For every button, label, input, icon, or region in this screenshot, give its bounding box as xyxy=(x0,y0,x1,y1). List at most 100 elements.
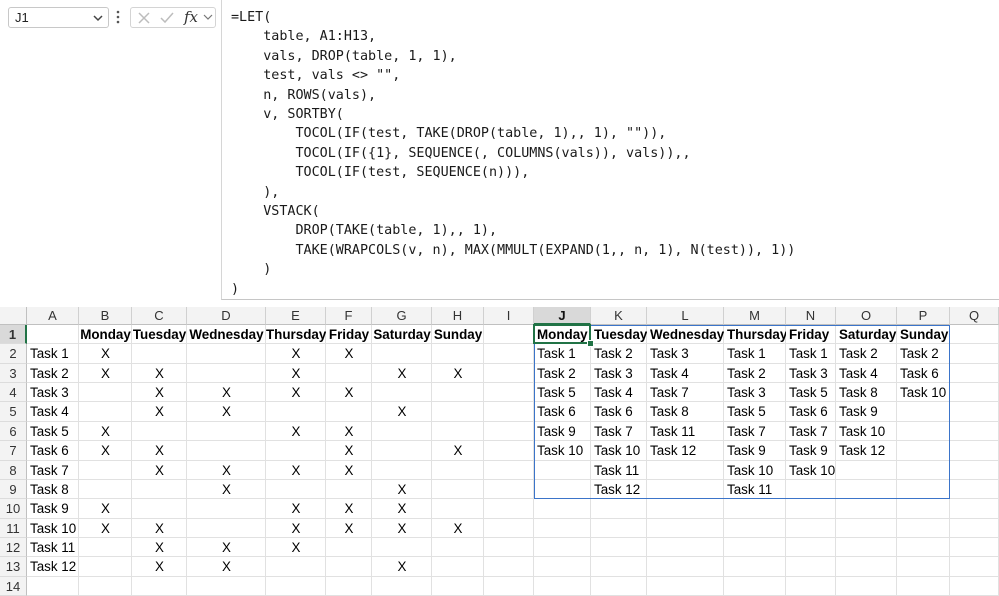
result-cell[interactable]: Task 10 xyxy=(836,422,897,441)
task-cell[interactable]: Task 5 xyxy=(27,422,79,441)
mark-cell[interactable]: X xyxy=(432,441,484,460)
row-header-4[interactable]: 4 xyxy=(0,383,27,403)
result-cell[interactable]: Task 5 xyxy=(786,383,836,402)
row-header-14[interactable]: 14 xyxy=(0,576,27,596)
mark-cell[interactable]: X xyxy=(432,519,484,538)
row-header-5[interactable]: 5 xyxy=(0,402,27,422)
result-cell[interactable]: Task 2 xyxy=(591,344,647,363)
mark-cell[interactable]: X xyxy=(187,402,266,421)
result-cell[interactable]: Task 2 xyxy=(836,344,897,363)
mark-cell[interactable]: X xyxy=(132,402,187,421)
task-cell[interactable]: Task 10 xyxy=(27,519,79,538)
mark-cell[interactable]: X xyxy=(372,519,432,538)
result-cell[interactable]: Task 12 xyxy=(836,441,897,460)
result-cell[interactable]: Task 2 xyxy=(897,344,950,363)
mark-cell[interactable]: X xyxy=(79,519,132,538)
mark-cell[interactable]: X xyxy=(79,344,132,363)
result-cell[interactable]: Task 7 xyxy=(786,422,836,441)
header-cell[interactable]: Wednesday xyxy=(187,325,266,344)
result-cell[interactable]: Task 8 xyxy=(836,383,897,402)
result-cell[interactable]: Task 11 xyxy=(647,422,724,441)
mark-cell[interactable]: X xyxy=(326,499,372,518)
mark-cell[interactable]: X xyxy=(79,499,132,518)
insert-function-button[interactable]: fx xyxy=(184,8,198,26)
row-header-3[interactable]: 3 xyxy=(0,363,27,384)
header-cell[interactable]: Sunday xyxy=(432,325,484,344)
column-header-l[interactable]: L xyxy=(647,307,724,325)
mark-cell[interactable]: X xyxy=(132,557,187,576)
result-header-cell[interactable]: Thursday xyxy=(724,325,786,344)
result-cell[interactable]: Task 1 xyxy=(786,344,836,363)
mark-cell[interactable]: X xyxy=(326,519,372,538)
row-header-1[interactable]: 1 xyxy=(0,325,27,345)
result-header-cell[interactable]: Sunday xyxy=(897,325,950,344)
result-cell[interactable]: Task 7 xyxy=(724,422,786,441)
result-cell[interactable]: Task 3 xyxy=(647,344,724,363)
row-header-9[interactable]: 9 xyxy=(0,479,27,500)
mark-cell[interactable]: X xyxy=(79,422,132,441)
task-cell[interactable]: Task 2 xyxy=(27,364,79,383)
result-header-cell[interactable]: Friday xyxy=(786,325,836,344)
mark-cell[interactable]: X xyxy=(266,519,326,538)
task-cell[interactable]: Task 4 xyxy=(27,402,79,421)
mark-cell[interactable]: X xyxy=(187,480,266,499)
result-cell[interactable]: Task 10 xyxy=(534,441,591,460)
mark-cell[interactable]: X xyxy=(326,344,372,363)
result-cell[interactable]: Task 1 xyxy=(724,344,786,363)
result-cell[interactable]: Task 10 xyxy=(591,441,647,460)
header-cell[interactable]: Friday xyxy=(326,325,372,344)
task-cell[interactable]: Task 11 xyxy=(27,538,79,557)
mark-cell[interactable]: X xyxy=(79,441,132,460)
header-cell[interactable]: Thursday xyxy=(266,325,326,344)
result-cell[interactable]: Task 3 xyxy=(786,364,836,383)
column-header-i[interactable]: I xyxy=(484,307,534,325)
mark-cell[interactable]: X xyxy=(372,557,432,576)
result-cell[interactable]: Task 6 xyxy=(786,402,836,421)
result-cell[interactable]: Task 2 xyxy=(534,364,591,383)
enter-check-icon[interactable] xyxy=(159,11,175,25)
result-cell[interactable]: Task 9 xyxy=(534,422,591,441)
column-header-k[interactable]: K xyxy=(591,307,647,325)
mark-cell[interactable]: X xyxy=(326,383,372,402)
mark-cell[interactable]: X xyxy=(372,499,432,518)
result-cell[interactable]: Task 5 xyxy=(534,383,591,402)
task-cell[interactable]: Task 8 xyxy=(27,480,79,499)
column-header-m[interactable]: M xyxy=(724,307,786,325)
mark-cell[interactable]: X xyxy=(432,364,484,383)
row-header-10[interactable]: 10 xyxy=(0,499,27,519)
result-header-cell[interactable]: Saturday xyxy=(836,325,897,344)
mark-cell[interactable]: X xyxy=(266,538,326,557)
result-cell[interactable]: Task 9 xyxy=(836,402,897,421)
mark-cell[interactable]: X xyxy=(326,441,372,460)
row-header-2[interactable]: 2 xyxy=(0,344,27,364)
result-cell[interactable]: Task 10 xyxy=(724,461,786,480)
header-cell[interactable]: Tuesday xyxy=(132,325,187,344)
result-cell[interactable]: Task 6 xyxy=(591,402,647,421)
header-cell[interactable]: Saturday xyxy=(372,325,432,344)
result-cell[interactable]: Task 9 xyxy=(786,441,836,460)
task-cell[interactable]: Task 9 xyxy=(27,499,79,518)
result-cell[interactable]: Task 4 xyxy=(836,364,897,383)
mark-cell[interactable]: X xyxy=(132,519,187,538)
result-cell[interactable]: Task 4 xyxy=(647,364,724,383)
chevron-down-icon[interactable] xyxy=(203,13,213,21)
mark-cell[interactable]: X xyxy=(132,383,187,402)
mark-cell[interactable]: X xyxy=(266,461,326,480)
result-cell[interactable]: Task 2 xyxy=(724,364,786,383)
column-header-d[interactable]: D xyxy=(187,307,266,325)
column-header-n[interactable]: N xyxy=(786,307,836,325)
column-header-b[interactable]: B xyxy=(79,307,132,325)
result-cell[interactable]: Task 11 xyxy=(724,480,786,499)
column-header-h[interactable]: H xyxy=(432,307,484,325)
result-cell[interactable]: Task 6 xyxy=(534,402,591,421)
column-header-c[interactable]: C xyxy=(132,307,187,325)
result-cell[interactable]: Task 8 xyxy=(647,402,724,421)
result-header-cell[interactable]: Tuesday xyxy=(591,325,647,344)
mark-cell[interactable]: X xyxy=(187,383,266,402)
task-cell[interactable]: Task 6 xyxy=(27,441,79,460)
column-header-g[interactable]: G xyxy=(372,307,432,325)
mark-cell[interactable]: X xyxy=(79,364,132,383)
column-header-o[interactable]: O xyxy=(836,307,897,325)
result-header-cell[interactable]: Wednesday xyxy=(647,325,724,344)
result-cell[interactable]: Task 10 xyxy=(897,383,950,402)
